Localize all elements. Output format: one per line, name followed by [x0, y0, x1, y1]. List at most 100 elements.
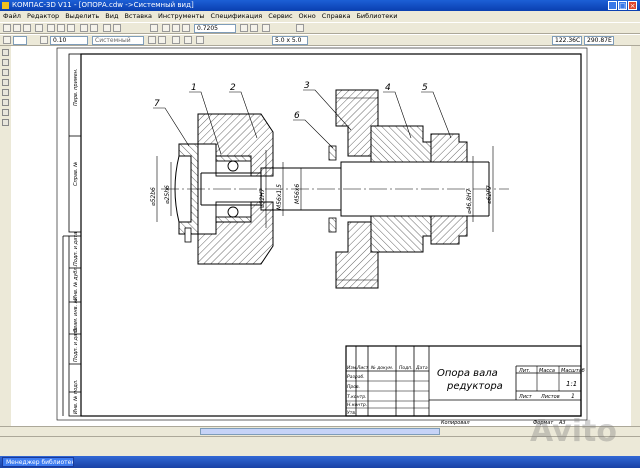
cut-icon[interactable]	[47, 24, 55, 32]
tb-head-mass: Масса	[539, 368, 555, 374]
new-file-icon[interactable]	[3, 24, 11, 32]
menu-select[interactable]: Выделить	[62, 11, 102, 22]
dim-label-4: М56х1,5	[276, 184, 283, 210]
lock-nut-upper	[328, 145, 337, 161]
dim-label-6: ⌀46,8Н7	[466, 189, 473, 214]
state-number-field[interactable]	[13, 36, 27, 45]
drawing-canvas[interactable]: Перв. примен. Справ. № Подп. и дата Инв.…	[11, 46, 631, 426]
stamp-repl-inv: Взам. инв. №	[73, 298, 79, 332]
close-icon[interactable]: ×	[628, 1, 637, 10]
dim-label-7: ⌀62Р7	[486, 185, 493, 204]
symbol-tool-icon[interactable]	[2, 69, 9, 76]
zoom-window-icon[interactable]	[182, 24, 190, 32]
redo-icon[interactable]	[90, 24, 98, 32]
menu-view[interactable]: Вид	[102, 11, 121, 22]
ortho-icon[interactable]	[184, 36, 192, 44]
current-state-toolbar: 0.10 Системный 5.0 x 5.0 122.36С 290.87Е	[0, 34, 640, 46]
snap-icon[interactable]	[158, 36, 166, 44]
tb-role-developer: Разраб.	[347, 374, 365, 380]
leader-number-1: 1	[191, 83, 197, 93]
cover-screw	[184, 227, 192, 243]
taskbar: Менеджер библиотек	[0, 456, 640, 468]
cursor-y-field[interactable]: 290.87Е	[584, 36, 614, 45]
tb-role-approved: Утв.	[347, 410, 356, 416]
drawing-name-line2: редуктора	[446, 381, 503, 392]
tb-col-docnum: № докум.	[370, 365, 393, 371]
properties-icon[interactable]	[103, 24, 111, 32]
print-icon[interactable]	[35, 24, 43, 32]
stamp-orig-inv: Инв. № подл.	[73, 380, 79, 415]
dim-label-2: ⌀25h6	[164, 185, 171, 204]
avito-watermark: Avito	[530, 414, 617, 449]
tb-role-checker: Пров.	[347, 384, 360, 390]
tb-col-sign: Подп.	[399, 365, 413, 371]
vertical-scrollbar[interactable]	[631, 46, 640, 426]
round-icon[interactable]	[196, 36, 204, 44]
spec-tool-icon[interactable]	[2, 119, 9, 126]
parametrize-tool-icon[interactable]	[2, 89, 9, 96]
layers-icon[interactable]	[40, 36, 48, 44]
leader-number-4: 4	[385, 83, 391, 93]
leader-number-6: 6	[294, 111, 300, 121]
menu-editor[interactable]: Редактор	[24, 11, 62, 22]
undo-icon[interactable]	[80, 24, 88, 32]
leader-number-3: 3	[304, 81, 310, 91]
redraw-icon[interactable]	[262, 24, 270, 32]
menu-help[interactable]: Справка	[319, 11, 354, 22]
help-icon[interactable]	[296, 24, 304, 32]
window-title: КОМПАС-3D V11 - [ОПОРА.cdw ->Системный в…	[12, 1, 194, 9]
lock-nut-lower	[328, 217, 337, 233]
stamp-sign-date-2: Подп. и дата	[73, 328, 79, 362]
tb-sheets-value: 1	[571, 393, 575, 400]
kompas-app-icon	[2, 2, 9, 9]
select-tool-icon[interactable]	[2, 109, 9, 116]
leader-number-2: 2	[230, 83, 236, 93]
measure-tool-icon[interactable]	[2, 99, 9, 106]
taskbar-item-library-manager[interactable]: Менеджер библиотек	[2, 457, 74, 467]
edit-tool-icon[interactable]	[2, 79, 9, 86]
maximize-icon[interactable]: □	[618, 1, 627, 10]
copy-icon[interactable]	[57, 24, 65, 32]
tb-col-date: Дата	[415, 365, 428, 371]
stamp-ref-no: Справ. №	[73, 162, 79, 186]
open-file-icon[interactable]	[13, 24, 21, 32]
dimension-tool-icon[interactable]	[2, 59, 9, 66]
scroll-thumb[interactable]	[200, 428, 440, 435]
library-icon[interactable]	[113, 24, 121, 32]
stamp-dup-inv: Инв. № дубл.	[73, 266, 79, 300]
tb-head-lit: Лит.	[518, 368, 531, 374]
grid-step-field[interactable]: 5.0 x 5.0	[272, 36, 308, 45]
menu-file[interactable]: Файл	[0, 11, 24, 22]
step-field[interactable]: 0.10	[50, 36, 88, 45]
save-icon[interactable]	[23, 24, 31, 32]
title-bar: КОМПАС-3D V11 - [ОПОРА.cdw ->Системный в…	[0, 0, 640, 11]
tb-scale-value: 1:1	[566, 380, 577, 388]
tb-sheet-label: Лист	[518, 394, 533, 400]
minimize-icon[interactable]: _	[608, 1, 617, 10]
dim-label-1: ⌀52b6	[150, 187, 157, 206]
menu-window[interactable]: Окно	[296, 11, 319, 22]
leader-number-5: 5	[422, 83, 428, 93]
refresh-icon[interactable]	[150, 24, 158, 32]
geometry-tool-icon[interactable]	[2, 49, 9, 56]
menu-insert[interactable]: Вставка	[121, 11, 155, 22]
cursor-x-field[interactable]: 122.36С	[552, 36, 582, 45]
tb-col-sheet: Лист	[356, 365, 369, 371]
paste-icon[interactable]	[67, 24, 75, 32]
zoom-scale-field[interactable]: 0.7205	[194, 24, 236, 33]
menu-libraries[interactable]: Библиотеки	[353, 11, 400, 22]
menu-service[interactable]: Сервис	[265, 11, 295, 22]
pan-icon[interactable]	[240, 24, 248, 32]
standard-toolbar: 0.7205	[0, 22, 640, 34]
state-icon[interactable]	[3, 36, 11, 44]
zoom-in-icon[interactable]	[162, 24, 170, 32]
local-cs-icon[interactable]	[172, 36, 180, 44]
menu-specification[interactable]: Спецификация	[208, 11, 266, 22]
tb-role-ncontrol: Н.контр.	[347, 402, 367, 408]
zoom-out-icon[interactable]	[172, 24, 180, 32]
view-select[interactable]: Системный	[92, 36, 144, 45]
grid-icon[interactable]	[148, 36, 156, 44]
show-all-icon[interactable]	[250, 24, 258, 32]
drawing-sheet: Перв. примен. Справ. № Подп. и дата Инв.…	[56, 47, 588, 426]
menu-tools[interactable]: Инструменты	[155, 11, 208, 22]
